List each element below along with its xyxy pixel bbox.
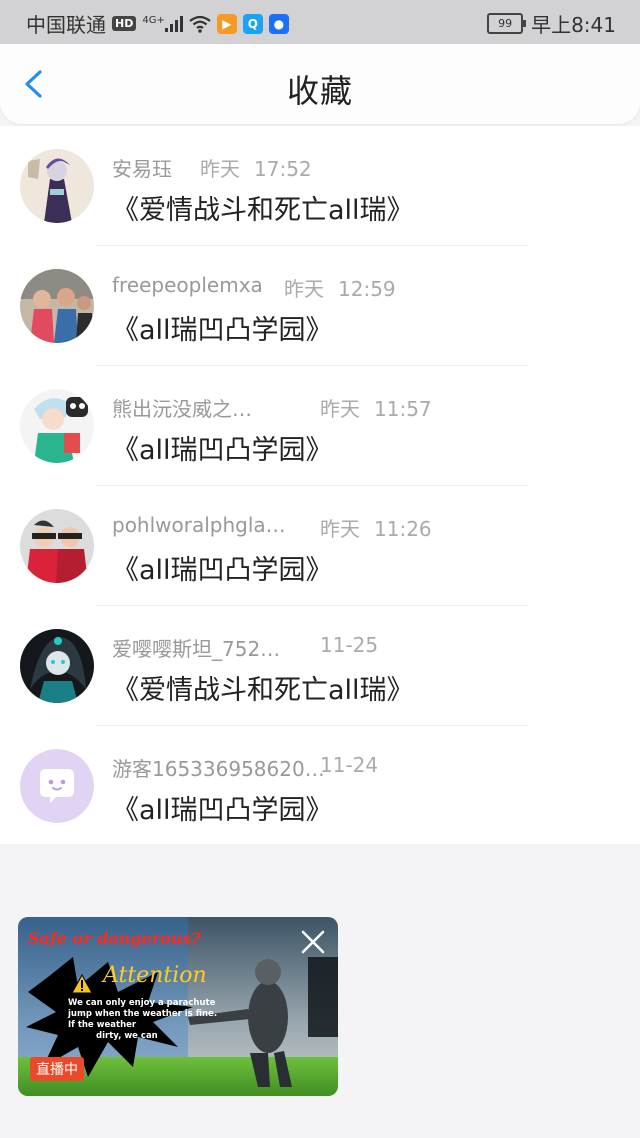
live-badge: 直播中 <box>30 1057 84 1081</box>
ad-headline: Safe or dangerous? <box>28 929 201 948</box>
ad-text-line: dirty, we can <box>96 1031 158 1041</box>
video-app-icon: ▶ <box>216 13 237 34</box>
avatar <box>20 749 94 823</box>
timestamp: 11-25 <box>320 633 378 657</box>
favorites-list: 安易珏 昨天 17:52 《爱情战斗和死亡all瑞》 freepeoplemxa … <box>0 126 640 844</box>
date-label: 昨天 <box>320 517 360 541</box>
list-item[interactable]: 游客165336958620… 11-24 《all瑞凹凸学园》 <box>0 726 640 846</box>
nav-bar: 收藏 <box>0 44 640 124</box>
live-video-ad[interactable]: Safe or dangerous? Attention We can only… <box>18 917 338 1096</box>
username: freepeoplemxa <box>112 273 263 297</box>
hd-badge: HD <box>112 16 137 31</box>
timestamp: 昨天 12:59 <box>284 273 396 302</box>
ad-text-line: jump when the weather is fine. <box>68 1009 218 1019</box>
date-label: 昨天 <box>284 277 324 301</box>
close-icon <box>301 930 325 954</box>
time-label: 11:26 <box>374 517 432 541</box>
status-bar: 中国联通 HD 4G+ ▶ Q ● 99 早上8:41 <box>0 0 640 44</box>
ad-attention: Attention <box>103 963 207 988</box>
bulb-app-icon: ● <box>268 13 289 34</box>
username: pohlworalphgla… <box>112 513 286 537</box>
ad-text-line: If the weather <box>68 1020 137 1030</box>
page-title: 收藏 <box>286 72 353 110</box>
signal-icon: 4G+ <box>142 14 183 32</box>
clock: 早上8:41 <box>531 13 616 37</box>
timestamp: 昨天 11:26 <box>320 513 432 542</box>
time-label: 11-25 <box>320 633 379 657</box>
time-label: 12:59 <box>338 277 396 301</box>
time-label: 11-24 <box>320 753 379 777</box>
book-title: 《all瑞凹凸学园》 <box>112 795 333 826</box>
book-title: 《all瑞凹凸学园》 <box>112 435 333 466</box>
date-label: 昨天 <box>200 157 240 181</box>
date-label: 昨天 <box>320 397 360 421</box>
book-title: 《all瑞凹凸学园》 <box>112 555 333 586</box>
carrier-name: 中国联通 <box>26 13 106 37</box>
time-label: 11:57 <box>374 397 432 421</box>
battery-icon: 99 <box>487 13 527 34</box>
network-type: 4G+ <box>142 14 165 26</box>
list-item[interactable]: freepeoplemxa 昨天 12:59 《all瑞凹凸学园》 <box>0 246 640 366</box>
timestamp: 昨天 11:57 <box>320 393 432 422</box>
close-button[interactable] <box>298 927 328 957</box>
timestamp: 11-24 <box>320 753 378 777</box>
timestamp: 昨天 17:52 <box>200 153 312 182</box>
book-title: 《爱情战斗和死亡all瑞》 <box>112 195 414 226</box>
list-item[interactable]: pohlworalphgla… 昨天 11:26 《all瑞凹凸学园》 <box>0 486 640 606</box>
username: 熊出沅没威之… <box>112 397 252 421</box>
avatar <box>20 629 94 703</box>
username: 游客165336958620… <box>112 757 325 781</box>
list-item[interactable]: 爱嘤嘤斯坦_752… 11-25 《爱情战斗和死亡all瑞》 <box>0 606 640 726</box>
avatar <box>20 149 94 223</box>
username: 安易珏 <box>112 157 172 181</box>
avatar <box>20 509 94 583</box>
wifi-icon <box>189 15 211 33</box>
ad-text-line: We can only enjoy a parachute <box>68 998 216 1008</box>
search-app-icon: Q <box>242 13 263 34</box>
avatar <box>20 389 94 463</box>
book-title: 《all瑞凹凸学园》 <box>112 315 333 346</box>
username: 爱嘤嘤斯坦_752… <box>112 637 281 661</box>
list-item[interactable]: 安易珏 昨天 17:52 《爱情战斗和死亡all瑞》 <box>0 126 640 246</box>
list-item[interactable]: 熊出沅没威之… 昨天 11:57 《all瑞凹凸学园》 <box>0 366 640 486</box>
book-title: 《爱情战斗和死亡all瑞》 <box>112 675 414 706</box>
avatar <box>20 269 94 343</box>
time-label: 17:52 <box>254 157 312 181</box>
